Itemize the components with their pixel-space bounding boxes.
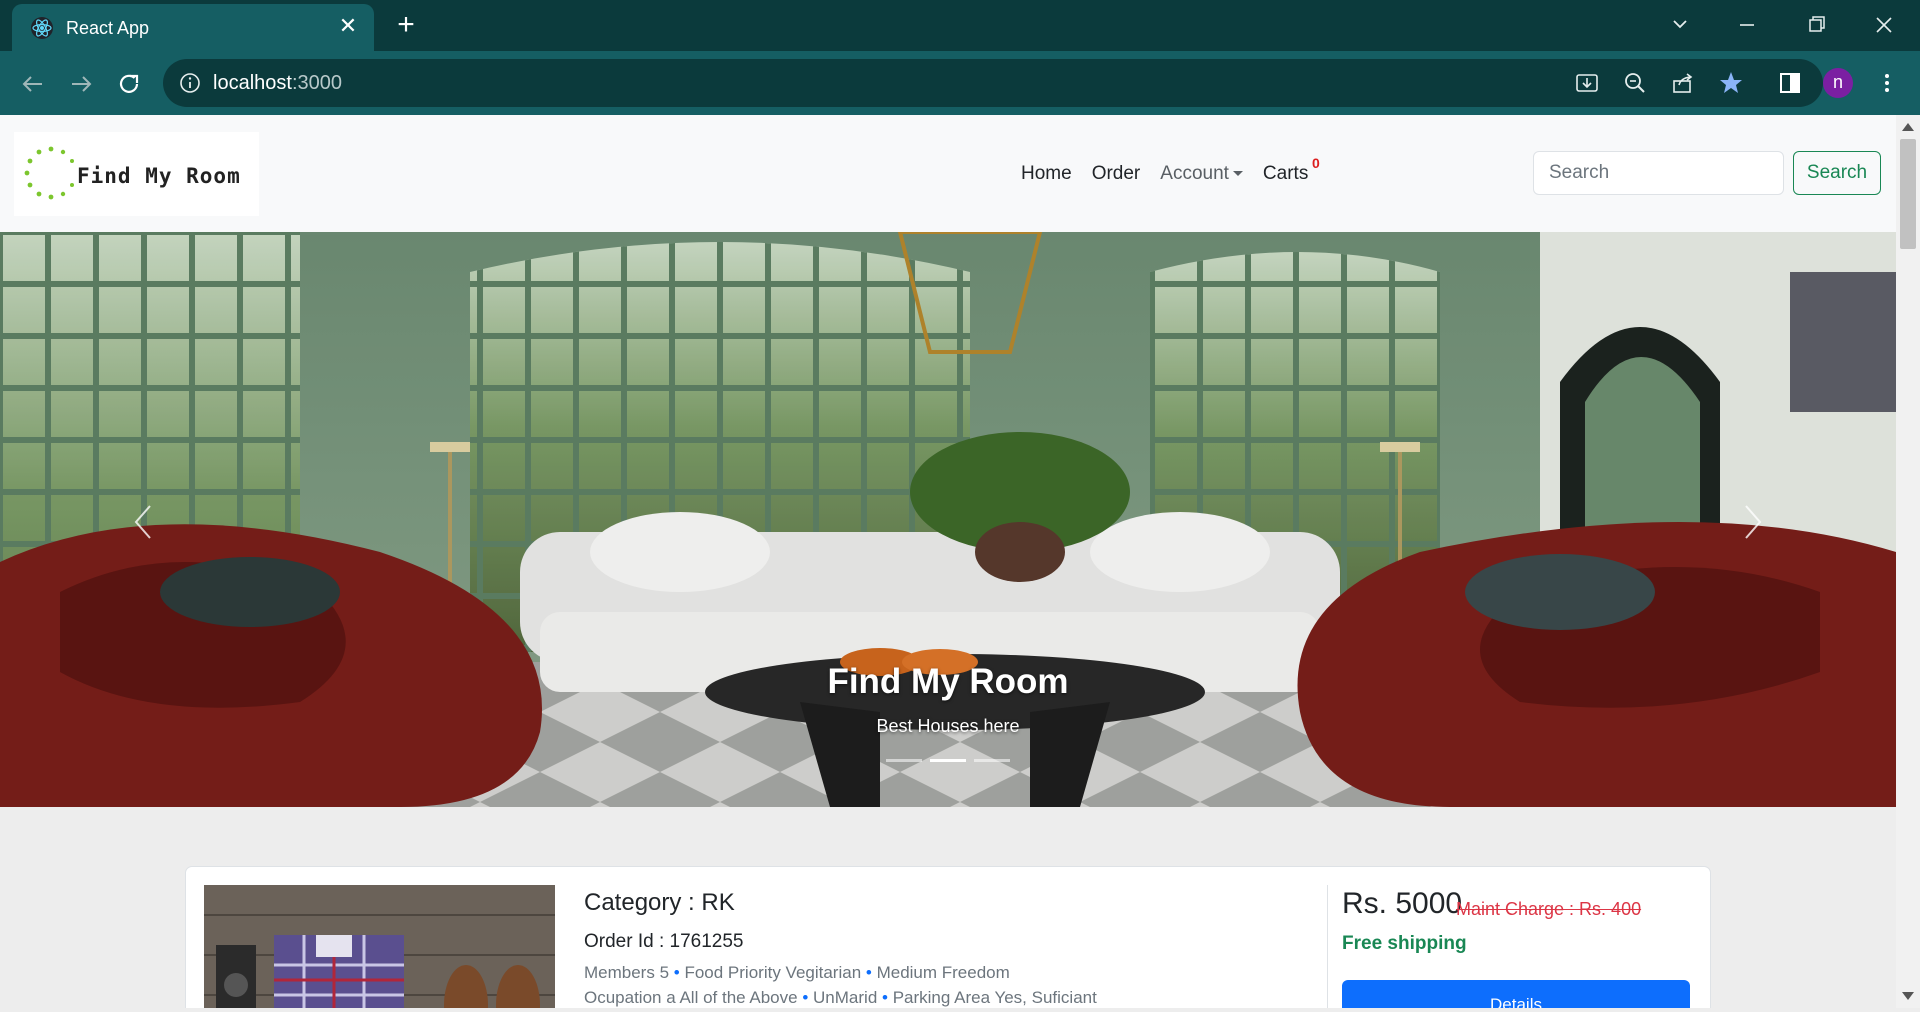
cart-count-badge: 0 — [1312, 155, 1320, 171]
bullet-separator: • — [673, 963, 685, 982]
room-meta-line-2: Ocupation a All of the Above • UnMarid •… — [584, 988, 1097, 1008]
nav-account-dropdown[interactable]: Account — [1160, 163, 1243, 185]
url-port: :3000 — [291, 72, 342, 94]
order-id: Order Id : 1761255 — [584, 931, 744, 952]
carousel-next-icon[interactable] — [1738, 502, 1768, 542]
carousel-indicator-1[interactable] — [886, 759, 922, 762]
site-info-icon[interactable] — [179, 72, 201, 94]
carousel-indicators — [886, 759, 1010, 762]
carousel-caption-subtitle: Best Houses here — [876, 716, 1020, 736]
carousel-indicator-3[interactable] — [974, 759, 1010, 762]
page-scrollbar[interactable] — [1896, 115, 1920, 1008]
product-thumbnail — [204, 885, 555, 1008]
scroll-thumb[interactable] — [1900, 139, 1916, 249]
carousel-caption-title: Find My Room — [827, 662, 1069, 701]
freedom-text: Medium Freedom — [876, 963, 1010, 982]
scroll-up-arrow-icon[interactable] — [1902, 123, 1914, 131]
url-host: localhost — [213, 72, 292, 94]
card-divider — [1327, 885, 1328, 1008]
side-panel-icon[interactable] — [1776, 69, 1804, 97]
url-text: localhost:3000 — [213, 72, 342, 95]
search-button[interactable]: Search — [1793, 151, 1881, 195]
carousel-prev-icon[interactable] — [128, 502, 158, 542]
zoom-out-icon[interactable] — [1621, 69, 1649, 97]
browser-toolbar: localhost:3000 n — [0, 51, 1920, 115]
menu-kebab-icon[interactable] — [1873, 69, 1901, 97]
bullet-separator: • — [802, 988, 814, 1007]
close-window-icon[interactable] — [1864, 10, 1904, 40]
carousel-indicator-2[interactable] — [930, 759, 966, 762]
food-priority-text: Food Priority Vegitarian — [684, 963, 862, 982]
price-text: Rs. 5000 — [1342, 887, 1463, 920]
reload-icon[interactable] — [112, 67, 146, 101]
address-bar[interactable]: localhost:3000 — [163, 59, 1823, 107]
scroll-down-arrow-icon[interactable] — [1902, 992, 1914, 1000]
marital-text: UnMarid — [813, 988, 878, 1007]
shipping-text: Free shipping — [1342, 933, 1467, 954]
page-viewport: Find My Room Home Order Account Carts 0 … — [0, 115, 1896, 1008]
category-title: Category : RK — [584, 889, 735, 916]
room-order-card: Category : RK Order Id : 1761255 Members… — [185, 866, 1711, 1008]
loading-dots-logo-icon — [24, 146, 74, 200]
share-icon[interactable] — [1669, 69, 1697, 97]
react-icon — [31, 17, 53, 39]
brand-logo-link[interactable]: Find My Room — [14, 132, 259, 216]
nav-account-label: Account — [1160, 163, 1229, 184]
restore-icon[interactable] — [1796, 10, 1836, 40]
bookmark-star-icon[interactable] — [1717, 69, 1745, 97]
tab-close-icon[interactable]: ✕ — [336, 14, 360, 38]
forward-icon[interactable] — [64, 67, 98, 101]
tab-title: React App — [66, 18, 150, 38]
hero-carousel: Find My Room Best Houses here — [0, 232, 1896, 807]
nav-carts-link[interactable]: Carts — [1263, 163, 1308, 185]
browser-tab-bar: React App ✕ + — [0, 0, 1920, 51]
minimize-icon[interactable] — [1727, 10, 1767, 40]
nav-home-link[interactable]: Home — [1021, 163, 1072, 185]
nav-order-link[interactable]: Order — [1092, 163, 1141, 185]
occupation-text: Ocupation a All of the Above — [584, 988, 798, 1007]
install-app-icon[interactable] — [1573, 69, 1601, 97]
profile-avatar[interactable]: n — [1823, 68, 1853, 98]
maint-charge-text: Maint Charge : Rs. 400 — [1456, 899, 1642, 919]
nav-links: Home Order Account Carts — [1021, 163, 1328, 185]
back-icon[interactable] — [16, 67, 50, 101]
members-text: Members 5 — [584, 963, 670, 982]
caret-down-icon — [1232, 171, 1243, 177]
tab-search-icon[interactable] — [1660, 10, 1700, 40]
new-tab-icon[interactable]: + — [390, 10, 422, 42]
room-meta-line-1: Members 5 • Food Priority Vegitarian • M… — [584, 963, 1010, 983]
search-input[interactable] — [1533, 151, 1784, 195]
parking-text: Parking Area Yes, Suficiant — [892, 988, 1097, 1007]
site-navbar: Find My Room Home Order Account Carts 0 … — [0, 115, 1896, 232]
brand-name: Find My Room — [77, 164, 241, 188]
bullet-separator: • — [865, 963, 877, 982]
details-button[interactable]: Details — [1342, 980, 1690, 1008]
bullet-separator: • — [882, 988, 893, 1007]
browser-tab[interactable]: React App ✕ — [12, 4, 374, 51]
